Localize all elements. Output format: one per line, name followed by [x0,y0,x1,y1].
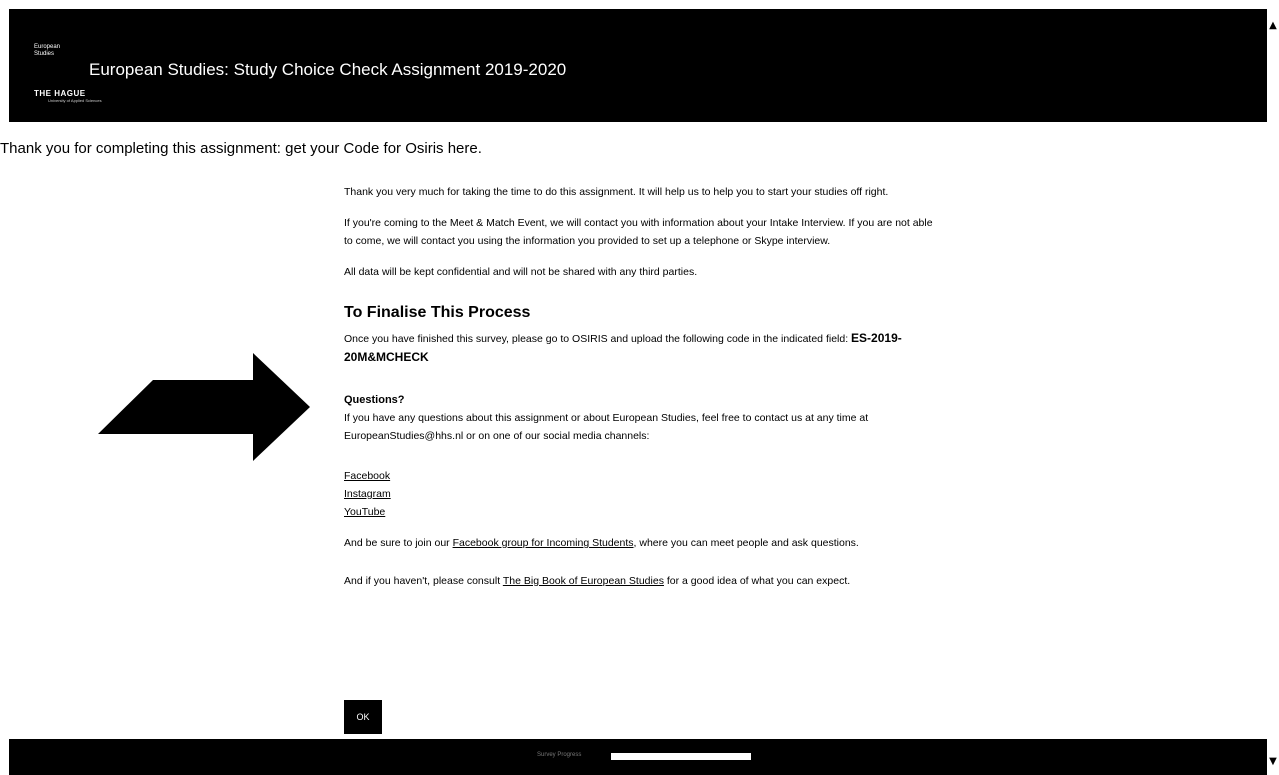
finalise-instructions: Once you have finished this survey, plea… [344,329,944,367]
consult-suffix: for a good idea of what you can expect. [663,575,851,587]
social-links: Facebook Instagram YouTube [344,467,944,521]
questions-text: If you have any questions about this ass… [344,412,869,442]
finalise-heading: To Finalise This Process [344,304,531,321]
page-header: European Studies THE HAGUE University of… [9,9,1267,122]
main-content: Thank you very much for taking the time … [344,183,944,603]
logo-line-4: University of Applied Sciences [48,98,102,103]
university-logo: European Studies THE HAGUE University of… [34,44,102,103]
consult-prefix: And if you haven't, please consult [344,575,503,587]
questions-heading: Questions? [344,394,405,406]
right-arrow-icon [98,353,310,461]
facebook-group-link[interactable]: Facebook group for Incoming Students [453,537,634,549]
facebook-link[interactable]: Facebook [344,467,944,485]
youtube-link[interactable]: YouTube [344,503,944,521]
logo-line-1: European [34,44,61,50]
join-group-text: And be sure to join our Facebook group f… [344,534,944,552]
page-scrollbar[interactable]: ▲ ▼ [1267,0,1279,775]
consult-book-text: And if you haven't, please consult The B… [344,572,944,590]
confidential-text: All data will be kept confidential and w… [344,266,698,278]
logo-line-2: Studies [34,51,55,57]
page-heading: Thank you for completing this assignment… [0,140,482,157]
join-prefix: And be sure to join our [344,537,453,549]
ok-button[interactable]: OK [344,700,382,734]
scroll-down-icon[interactable]: ▼ [1268,756,1278,768]
join-suffix: , where you can meet people and ask ques… [633,537,859,549]
progress-bar [611,753,751,760]
instagram-link[interactable]: Instagram [344,485,944,503]
progress-fill [611,753,751,760]
progress-label: Survey Progress [537,752,582,758]
survey-title: European Studies: Study Choice Check Ass… [89,60,567,79]
big-book-link[interactable]: The Big Book of European Studies [503,575,664,587]
logo-line-3: THE HAGUE [34,89,86,98]
page-footer: Survey Progress [9,739,1267,775]
meet-match-text: If you're coming to the Meet & Match Eve… [344,217,933,247]
scroll-up-icon[interactable]: ▲ [1268,20,1278,32]
finalise-text: Once you have finished this survey, plea… [344,333,849,345]
thank-you-text: Thank you very much for taking the time … [344,186,889,198]
